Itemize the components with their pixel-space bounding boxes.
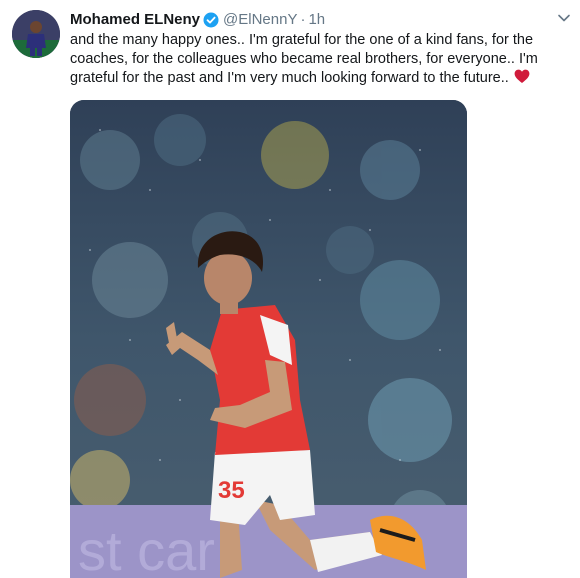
tweet-photo[interactable]: st car 35 <box>70 100 467 578</box>
shorts-number: 35 <box>218 477 245 504</box>
tweet-body: and the many happy ones.. I'm grateful f… <box>70 32 538 86</box>
svg-text:st car: st car <box>78 519 215 578</box>
author-name[interactable]: Mohamed ELNeny <box>70 10 200 30</box>
chevron-down-icon[interactable] <box>556 10 572 26</box>
separator: · <box>300 11 306 28</box>
avatar[interactable] <box>12 10 60 58</box>
tweet-text: and the many happy ones.. I'm grateful f… <box>70 31 575 88</box>
tweet-header: Mohamed ELNeny @ElNennY · 1h <box>70 10 325 30</box>
red-heart-icon <box>514 69 530 84</box>
verified-badge-icon <box>203 12 219 28</box>
tweet[interactable]: Mohamed ELNeny @ElNennY · 1h and the man… <box>0 0 580 578</box>
timestamp[interactable]: 1h <box>308 10 325 30</box>
author-handle[interactable]: @ElNennY <box>223 10 297 30</box>
